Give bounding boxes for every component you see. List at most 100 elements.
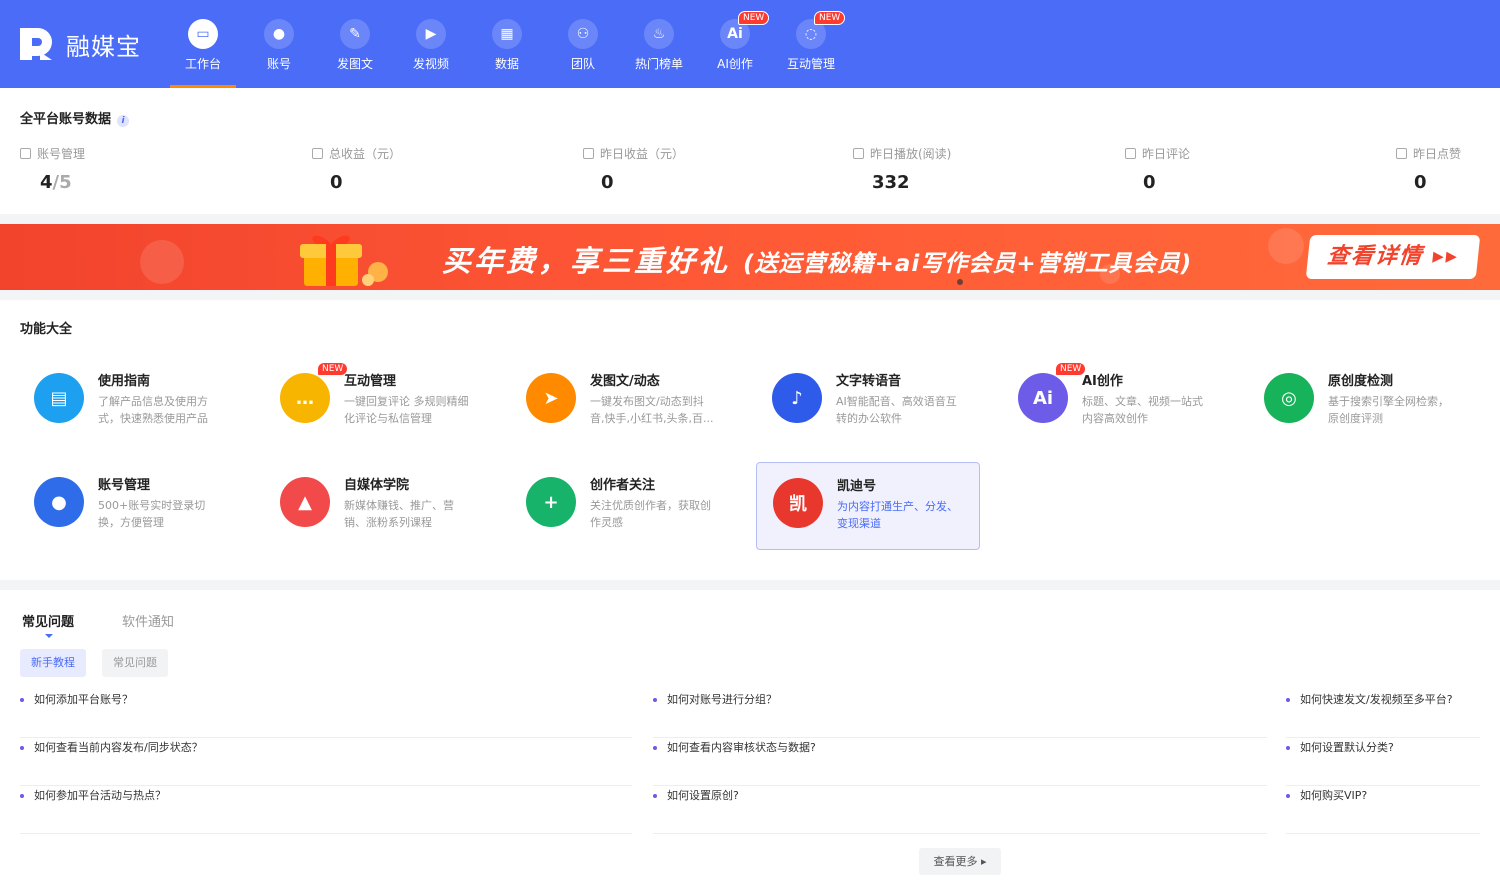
stat-2: 昨日收益（元） 0 (583, 145, 684, 193)
nav-item-0[interactable]: ▭ 工作台 (170, 0, 236, 88)
feature-title: 原创度检测 (1328, 374, 1394, 389)
faq-question[interactable]: 如何购买VIP? (1286, 786, 1480, 834)
paper-plane-icon: ➤ (526, 373, 576, 423)
stat-label: 昨日播放(阅读) (853, 145, 951, 162)
stat-value-text: 0 (601, 172, 614, 193)
active-tab-indicator (45, 634, 53, 638)
faq-question[interactable]: 如何查看当前内容发布/同步状态？ (20, 738, 632, 786)
feature-card-8[interactable]: + 创作者关注 关注优质创作者，获取创作灵感 (510, 462, 734, 550)
tab-faq[interactable]: 常见问题 (22, 611, 74, 630)
stat-0[interactable]: 账号管理 4/5 (20, 145, 85, 193)
faq-question-text: 如何购买VIP? (1300, 789, 1368, 802)
stat-value: 332 (872, 172, 951, 193)
faq-panel: 常见问题 软件通知 新手教程 常见问题 如何添加平台账号？ 如何查看当前内容发布/… (0, 590, 1500, 888)
stat-label-text: 昨日收益（元） (600, 147, 685, 161)
nav-item-label: 发图文 (336, 57, 373, 71)
stat-label-text: 昨日播放(阅读) (870, 147, 952, 161)
feature-card-1[interactable]: … 互动管理 一键回复评论 多规则精细化评论与私信管理 NEW (264, 358, 488, 446)
pill-beginner-tutorial[interactable]: 新手教程 (20, 649, 86, 677)
nav-item-4[interactable]: ▦ 数据 (474, 0, 540, 88)
feature-title: 创作者关注 (590, 478, 656, 493)
app-name: 融媒宝 (66, 32, 141, 61)
stat-value-text: 0 (330, 172, 343, 193)
feature-desc: 一键回复评论 多规则精细化评论与私信管理 (344, 395, 469, 425)
new-badge: NEW (738, 11, 770, 25)
stat-value: 0 (601, 172, 684, 193)
kaidi-logo-icon: 凯 (773, 478, 823, 528)
stat-5: 昨日点赞 0 (1396, 145, 1461, 193)
faq-question-text: 如何对账号进行分组？ (667, 693, 777, 706)
banner-subtext: (送运营秘籍+ai写作会员+营销工具会员) (743, 251, 1193, 277)
faq-question[interactable]: 如何设置原创? (653, 786, 1267, 834)
tab-notices[interactable]: 软件通知 (122, 611, 174, 630)
nav-item-8[interactable]: ◌ 互动管理 NEW (778, 0, 846, 88)
stats-title: 全平台账号数据 i (20, 108, 130, 127)
faq-question[interactable]: 如何对账号进行分组？ (653, 690, 1267, 738)
feature-title: 互动管理 (344, 374, 397, 389)
view-more-button[interactable]: 查看更多 ▸ (919, 848, 1001, 875)
nav-item-7[interactable]: Ai AI创作 NEW (702, 0, 770, 88)
feature-card-0[interactable]: ▤ 使用指南 了解产品信息及使用方式，快速熟悉使用产品 (18, 358, 242, 446)
graduation-cap-icon: ▲ (280, 477, 330, 527)
feature-card-9[interactable]: 凯凯迪号 为内容打通生产、分发、变现渠道 (756, 462, 980, 550)
stat-icon (20, 148, 31, 159)
carousel-indicator[interactable] (957, 279, 963, 285)
stat-value-text: 0 (1143, 172, 1156, 193)
new-badge: NEW (317, 362, 349, 376)
stat-value: 0 (1414, 172, 1461, 193)
feature-card-3[interactable]: ♪ 文字转语音 AI智能配音、高效语音互转的办公软件 (756, 358, 980, 446)
stat-label: 昨日点赞 (1396, 145, 1461, 162)
stat-label-text: 账号管理 (37, 147, 86, 161)
account-stats-panel: 全平台账号数据 i 账号管理 4/5 总收益（元） 0 昨日收益（元） 0 昨日播放(阅读) 3… (0, 88, 1500, 214)
stat-value: 0 (1143, 172, 1190, 193)
nav-item-1[interactable]: ● 账号 (246, 0, 312, 88)
info-icon[interactable]: i (117, 115, 130, 127)
banner-headline: 买年费，享三重好礼 (送运营秘籍+ai写作会员+营销工具会员) (442, 238, 1192, 280)
view-details-button[interactable]: 查看详情 ▸▸ (1305, 235, 1481, 279)
feature-title: 文字转语音 (836, 374, 902, 389)
feature-title: AI创作 (1082, 374, 1123, 389)
stat-value-text: 332 (872, 172, 910, 193)
stat-value: 0 (330, 172, 401, 193)
stat-value-text: 4 (40, 172, 53, 193)
book-icon: ▤ (34, 373, 84, 423)
feature-card-5[interactable]: ◎ 原创度检测 基于搜索引擎全网检索，原创度评测 (1248, 358, 1472, 446)
stat-value-total: /5 (52, 172, 72, 193)
stat-3: 昨日播放(阅读) 332 (853, 145, 951, 193)
nav-item-label: 数据 (494, 57, 519, 71)
nav-item-5[interactable]: ⚇ 团队 (550, 0, 616, 88)
faq-question[interactable]: 如何添加平台账号？ (20, 690, 632, 738)
nav-item-label: 工作台 (184, 57, 221, 71)
feature-card-2[interactable]: ➤ 发图文/动态 一键发布图文/动态到抖音,快手,小红书,头条,百... (510, 358, 734, 446)
new-badge: NEW (814, 11, 846, 25)
stat-icon (1125, 148, 1136, 159)
feature-card-6[interactable]: ● 账号管理 500+账号实时登录切换，方便管理 (18, 462, 242, 550)
flame-icon: ♨ (644, 19, 674, 49)
feature-title: 凯迪号 (837, 479, 877, 494)
faq-question[interactable]: 如何查看内容审核状态与数据? (653, 738, 1267, 786)
nav-item-2[interactable]: ✎ 发图文 (322, 0, 388, 88)
promo-banner[interactable]: 买年费，享三重好礼 (送运营秘籍+ai写作会员+营销工具会员) 查看详情 ▸▸ (0, 224, 1500, 290)
main-nav: ▭ 工作台 ● 账号 ✎ 发图文 ▶ 发视频 ▦ 数据 ⚇ 团队 ♨ 热门榜单 Ai AI创作 NEW ◌ 互动管理… (170, 0, 854, 88)
nav-item-label: 互动管理 (786, 57, 835, 71)
feature-title: 账号管理 (98, 478, 151, 493)
app-logo[interactable]: 融媒宝 (18, 26, 141, 62)
banner-headline-text: 买年费，享三重好礼 (442, 244, 731, 278)
features-title: 功能大全 (20, 322, 73, 337)
faq-question[interactable]: 如何快速发文/发视频至多平台? (1286, 690, 1480, 738)
faq-question[interactable]: 如何设置默认分类? (1286, 738, 1480, 786)
feature-card-7[interactable]: ▲ 自媒体学院 新媒体赚钱、推广、营销、涨粉系列课程 (264, 462, 488, 550)
nav-item-3[interactable]: ▶ 发视频 (398, 0, 464, 88)
feature-desc: 一键发布图文/动态到抖音,快手,小红书,头条,百... (590, 395, 714, 425)
stat-label: 昨日收益（元） (583, 145, 684, 162)
monitor-icon: ▭ (188, 19, 218, 49)
add-user-icon: + (526, 477, 576, 527)
feature-desc: 基于搜索引擎全网检索，原创度评测 (1328, 395, 1449, 425)
stat-value-text: 0 (1414, 172, 1427, 193)
faq-question[interactable]: 如何参加平台活动与热点？ (20, 786, 632, 834)
stat-label-text: 昨日评论 (1142, 147, 1191, 161)
top-header: 融媒宝 ▭ 工作台 ● 账号 ✎ 发图文 ▶ 发视频 ▦ 数据 ⚇ 团队 ♨ 热门榜单 Ai AI创作 NEW ◌… (0, 0, 1500, 88)
pill-common-questions[interactable]: 常见问题 (102, 649, 168, 677)
nav-item-6[interactable]: ♨ 热门榜单 (626, 0, 692, 88)
feature-card-4[interactable]: Ai AI创作 标题、文章、视频一站式内容高效创作 NEW (1002, 358, 1226, 446)
